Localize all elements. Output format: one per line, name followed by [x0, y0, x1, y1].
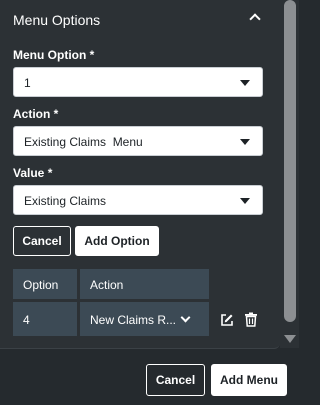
menu-options-panel: Menu Options Menu Option * 1 Action * Ex…	[0, 0, 280, 349]
cancel-button[interactable]: Cancel	[146, 364, 205, 396]
action-select[interactable]: Existing Claims Menu	[13, 126, 263, 156]
caret-down-icon	[240, 139, 250, 145]
menu-option-label: Menu Option *	[13, 48, 95, 62]
value-value: Existing Claims	[24, 194, 107, 208]
add-menu-button[interactable]: Add Menu	[211, 364, 287, 396]
value-select[interactable]: Existing Claims	[13, 185, 263, 215]
menu-options-header[interactable]: Menu Options	[0, 0, 280, 40]
scroll-down-icon[interactable]	[284, 335, 296, 343]
table-header-option: Option	[13, 269, 77, 299]
chevron-up-icon[interactable]	[249, 13, 261, 25]
trash-icon[interactable]	[244, 312, 258, 327]
caret-down-icon	[240, 80, 250, 86]
value-label: Value *	[13, 166, 53, 180]
action-label: Action *	[13, 107, 59, 121]
cancel-option-button[interactable]: Cancel	[13, 226, 71, 256]
menu-option-select[interactable]: 1	[13, 67, 263, 97]
action-value: Existing Claims Menu	[24, 135, 143, 149]
table-cell-action-text: New Claims R...	[90, 313, 177, 327]
table-header-action: Action	[80, 269, 209, 299]
table-cell-option: 4	[13, 302, 77, 336]
caret-down-icon	[240, 198, 250, 204]
table-cell-action[interactable]: New Claims R...	[80, 302, 209, 336]
panel-title: Menu Options	[13, 12, 101, 28]
scrollbar-thumb[interactable]	[284, 0, 296, 322]
edit-icon[interactable]	[220, 313, 234, 327]
menu-option-value: 1	[24, 76, 31, 90]
add-option-button[interactable]: Add Option	[75, 226, 159, 256]
